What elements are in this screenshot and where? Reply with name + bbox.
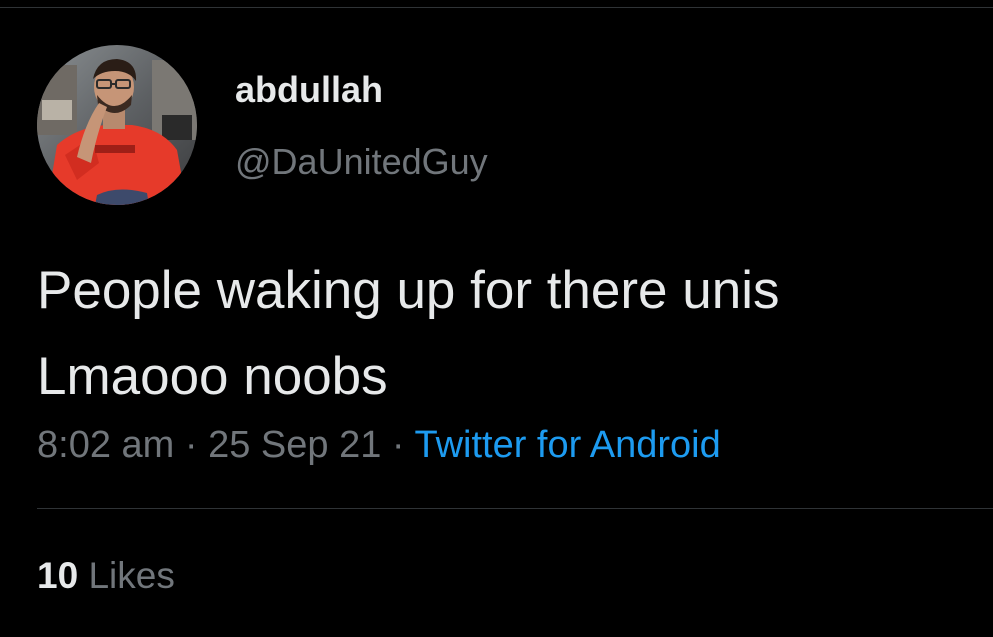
avatar-photo — [37, 45, 197, 205]
tweet-meta: 8:02 am · 25 Sep 21 · Twitter for Androi… — [37, 420, 721, 470]
likes-stat[interactable]: 10 Likes — [37, 551, 175, 601]
meta-separator: · — [391, 424, 405, 466]
tweet-source-link[interactable]: Twitter for Android — [414, 424, 720, 466]
tweet-text-line: Lmaooo noobs — [37, 347, 388, 406]
avatar[interactable] — [37, 45, 197, 205]
likes-label: Likes — [88, 555, 175, 596]
top-divider — [0, 7, 993, 8]
likes-count: 10 — [37, 555, 79, 596]
display-name[interactable]: abdullah — [235, 66, 383, 114]
tweet-text-line: People waking up for there unis — [37, 261, 780, 320]
tweet-time[interactable]: 8:02 am — [37, 424, 174, 466]
meta-separator: · — [184, 424, 198, 466]
stats-divider — [37, 508, 993, 509]
tweet-date[interactable]: 25 Sep 21 — [208, 424, 381, 466]
tweet-text: People waking up for there unis Lmaooo n… — [37, 248, 977, 420]
user-handle[interactable]: @DaUnitedGuy — [235, 138, 488, 186]
